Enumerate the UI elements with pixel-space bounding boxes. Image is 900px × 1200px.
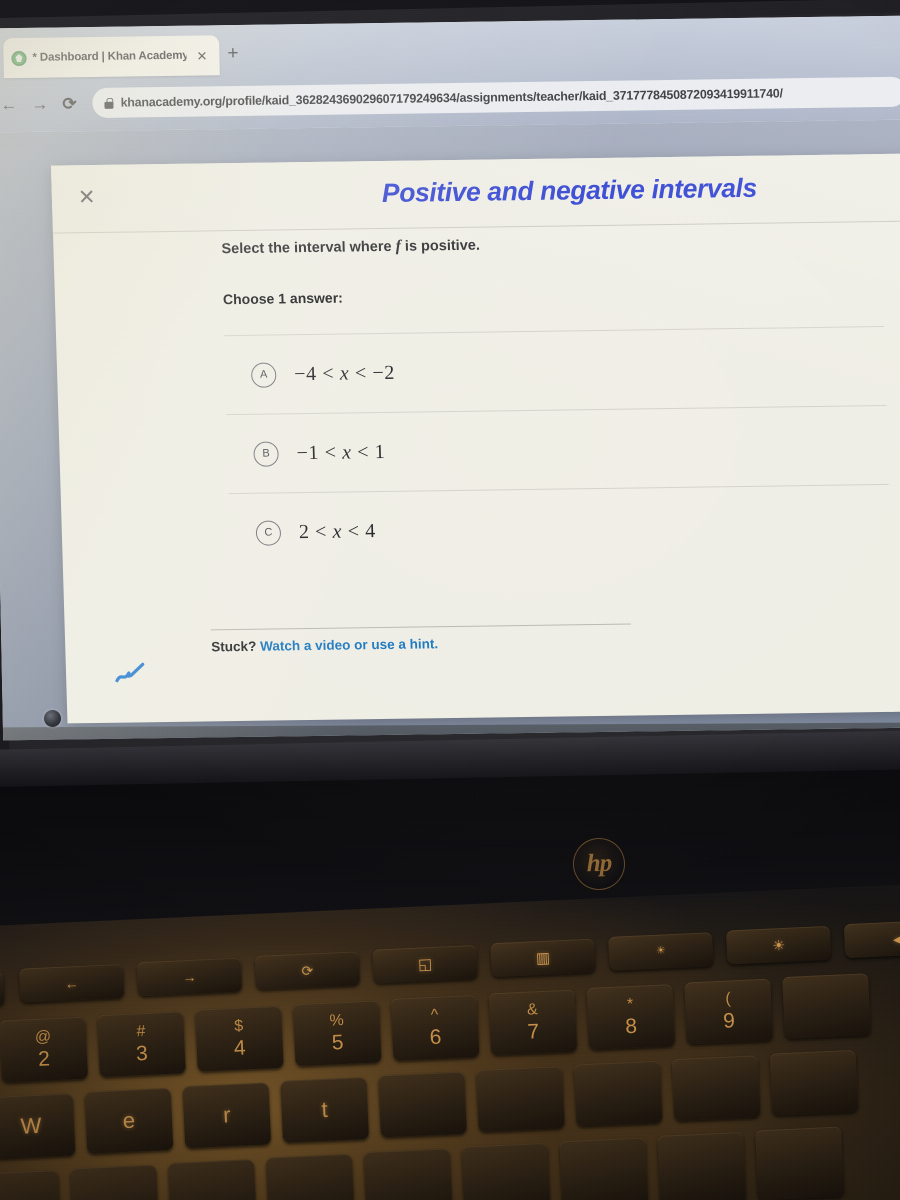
key-g[interactable] [265, 1153, 355, 1200]
choice-b-var: x [341, 440, 352, 464]
key-k[interactable] [559, 1137, 649, 1200]
hint-link[interactable]: Watch a video or use a hint. [260, 636, 438, 653]
choice-a-var: x [339, 361, 350, 385]
mute-key[interactable]: ◂ [843, 919, 900, 959]
khan-academy-favicon [11, 50, 27, 66]
answer-choice-list: A −4 < x < −2 B −1 < x < 1 C 2 < x < 4 [224, 325, 892, 573]
key-6-legend: ^ 6 [429, 1006, 442, 1049]
stuck-text: Stuck? Watch a video or use a hint. [211, 634, 631, 655]
stuck-row: Stuck? Watch a video or use a hint. [210, 623, 632, 655]
brightness-down-key[interactable]: ☀ [608, 932, 714, 971]
key-5[interactable]: % 5 [292, 1000, 382, 1067]
key-h[interactable] [363, 1148, 453, 1200]
key-5-legend: % 5 [329, 1011, 345, 1055]
key-r[interactable]: r [182, 1082, 272, 1149]
tab-close-icon[interactable]: ✕ [192, 48, 211, 63]
key-i[interactable] [573, 1060, 663, 1127]
key-y[interactable] [378, 1071, 467, 1138]
choice-label-a: −4 < x < −2 [294, 361, 395, 385]
key-3[interactable]: #3 [97, 1011, 186, 1078]
back-key[interactable]: ← [18, 963, 125, 1003]
brightness-up-key[interactable]: ☀ [725, 925, 832, 965]
blue-pen-scribble-icon [115, 662, 145, 683]
back-button[interactable]: ← [0, 95, 17, 114]
choice-bubble-a[interactable]: A [250, 361, 277, 388]
exercise-header: ✕ Positive and negative intervals [50, 153, 900, 234]
choose-instruction: Choose 1 answer: [222, 289, 344, 308]
answer-choice-a[interactable]: A −4 < x < −2 [224, 325, 887, 415]
forward-button[interactable]: → [31, 94, 48, 113]
key-t[interactable]: t [280, 1077, 370, 1143]
question-prompt: Select the interval where f is positive. [221, 237, 480, 259]
key-0[interactable] [782, 973, 871, 1040]
reload-key[interactable]: ⟳ [254, 951, 361, 990]
stuck-prefix: Stuck? [211, 638, 257, 655]
url-text: khanacademy.org/profile/kaid_36282436902… [120, 86, 783, 110]
key-p[interactable] [769, 1049, 859, 1116]
choice-c-post: < 4 [347, 519, 377, 542]
forward-key[interactable]: → [136, 957, 243, 997]
choice-label-b: −1 < x < 1 [296, 440, 385, 464]
choice-label-c: 2 < x < 4 [299, 520, 377, 544]
esc-key[interactable]: esc [0, 971, 5, 1009]
key-e[interactable]: e [84, 1087, 174, 1154]
key-8[interactable]: * 8 [586, 984, 676, 1050]
key-d[interactable] [70, 1164, 160, 1200]
key-s[interactable] [0, 1170, 62, 1200]
choice-a-pre: −4 < [293, 362, 335, 385]
key-2[interactable]: @2 [0, 1016, 89, 1083]
key-7-legend: & 7 [526, 1000, 540, 1044]
question-prompt-text: Select the interval where [221, 238, 392, 258]
exercise-card: ✕ Positive and negative intervals Select… [50, 153, 900, 724]
key-2-legend: @2 [34, 1028, 52, 1071]
question-prompt-tail: is positive. [404, 237, 481, 255]
choice-a-post: < −2 [354, 361, 396, 384]
key-semicolon[interactable] [755, 1126, 845, 1200]
chromebook-screen: * Dashboard | Khan Academy ✕ + ← → ⟳ kha… [0, 15, 900, 741]
new-tab-button[interactable]: + [227, 43, 239, 64]
key-l[interactable] [657, 1131, 747, 1200]
tab-title: * Dashboard | Khan Academy [32, 49, 187, 64]
close-icon[interactable]: ✕ [78, 186, 96, 209]
key-w[interactable]: W [0, 1093, 76, 1160]
answer-choice-b[interactable]: B −1 < x < 1 [226, 404, 889, 494]
choice-c-pre: 2 < [298, 520, 328, 543]
key-u[interactable] [476, 1066, 565, 1132]
key-9-legend: (9 [722, 990, 736, 1033]
browser-tab[interactable]: * Dashboard | Khan Academy ✕ [3, 35, 220, 79]
question-variable: f [395, 237, 402, 255]
lock-icon [105, 97, 114, 108]
choice-bubble-b[interactable]: B [253, 440, 279, 467]
photo-of-chromebook: * Dashboard | Khan Academy ✕ + ← → ⟳ kha… [0, 0, 900, 1200]
choice-bubble-c[interactable]: C [255, 519, 282, 546]
key-j[interactable] [461, 1142, 551, 1200]
address-bar[interactable]: khanacademy.org/profile/kaid_36282436902… [92, 76, 900, 119]
key-3-legend: #3 [135, 1022, 149, 1066]
fullscreen-key[interactable]: ◱ [372, 944, 478, 984]
keyboard: esc ← → ⟳ ◱ ▥ ☀ ☀ ◂ !1 @2 #3 $4 %5 ^6 &7… [0, 880, 900, 1200]
choice-b-post: < 1 [356, 440, 386, 463]
answer-choice-c[interactable]: C 2 < x < 4 [228, 483, 892, 573]
overview-key[interactable]: ▥ [490, 938, 596, 978]
key-8-legend: * 8 [624, 995, 638, 1038]
key-o[interactable] [671, 1055, 761, 1122]
key-4[interactable]: $4 [194, 1005, 284, 1072]
key-6[interactable]: ^ 6 [390, 994, 480, 1061]
reload-button[interactable]: ⟳ [62, 94, 77, 113]
browser-chrome: * Dashboard | Khan Academy ✕ + ← → ⟳ kha… [0, 15, 900, 133]
choice-c-var: x [332, 520, 343, 543]
choice-b-pre: −1 < [296, 441, 337, 464]
key-4-legend: $4 [233, 1017, 247, 1060]
page-title: Positive and negative intervals [381, 172, 758, 208]
key-f[interactable] [167, 1159, 258, 1200]
key-7[interactable]: & 7 [488, 989, 578, 1056]
key-9[interactable]: (9 [684, 978, 773, 1045]
